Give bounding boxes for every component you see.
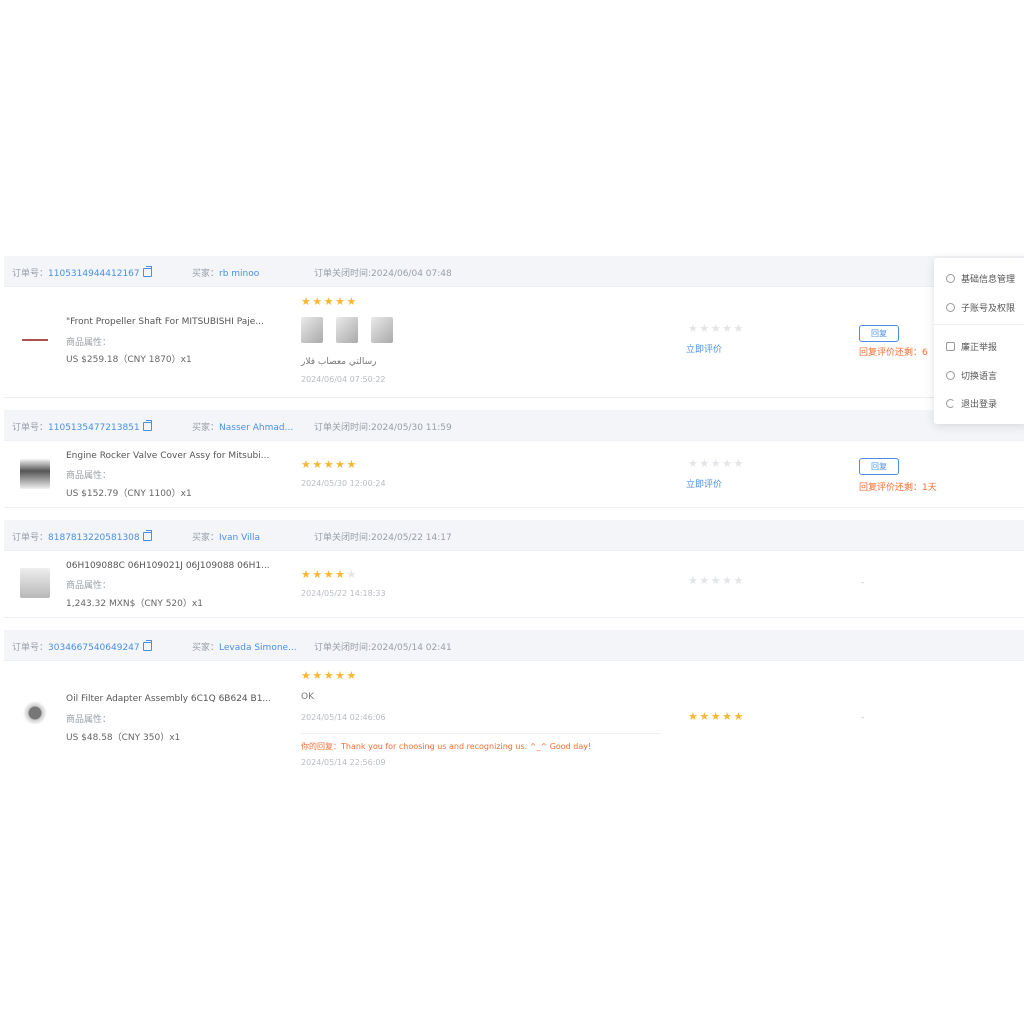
reply-deadline: 回复评价还剩：1天 [859,483,937,493]
seller-rating-stars: ★★★★★ [688,574,745,587]
product-attr-label: 商品属性： [66,338,112,348]
close-time-field: 订单关闭时间:2024/05/30 11:59 [314,423,452,433]
buyer-field: 买家：Nasser Ahmad... [192,423,294,433]
menu-divider [934,324,1024,325]
copy-icon[interactable] [142,530,152,541]
report-icon [946,341,955,351]
order-number-link[interactable]: 3034667540649247 [48,643,140,653]
globe-icon [946,370,955,380]
review-photo[interactable] [301,317,323,343]
product-attr-label: 商品属性： [66,581,112,591]
review-date: 2024/05/14 02:46:06 [301,713,386,722]
buyer-rating-stars: ★★★★★ [301,295,358,308]
close-time-field: 订单关闭时间:2024/06/04 07:48 [314,269,452,279]
product-title[interactable]: Oil Filter Adapter Assembly 6C1Q 6B624 B… [66,694,271,704]
copy-icon[interactable] [142,266,152,277]
buyer-link[interactable]: rb minoo [219,269,259,279]
order-card: 订单号：8187813220581308 买家：Ivan Villa 订单关闭时… [4,520,1024,618]
menu-item-integrity-report[interactable]: 廉正举报 [946,338,997,354]
users-icon [946,302,955,312]
buyer-field: 买家：rb minoo [192,269,260,279]
order-header: 订单号：8187813220581308 买家：Ivan Villa 订单关闭时… [4,520,1024,551]
order-body: "Front Propeller Shaft For MITSUBISHI Pa… [4,287,1024,398]
reply-date: 2024/05/14 22:56:09 [301,758,386,767]
reply-deadline: 回复评价还剩：6 [859,348,928,358]
product-price: US $48.58（CNY 350）x1 [66,733,181,743]
menu-item-sub-accounts[interactable]: 子账号及权限 [946,299,1015,315]
order-body: Engine Rocker Valve Cover Assy for Mitsu… [4,441,1024,508]
status-placeholder: - [861,713,865,723]
product-price: US $259.18（CNY 1870）x1 [66,355,192,365]
review-text: OK [301,692,314,702]
reply-button[interactable]: 回复 [859,325,899,342]
order-number-field: 订单号：3034667540649247 [12,640,152,653]
product-thumbnail[interactable] [20,701,50,731]
order-number-field: 订单号：8187813220581308 [12,530,152,543]
product-thumbnail[interactable] [20,459,50,489]
order-number-link[interactable]: 8187813220581308 [48,533,140,543]
menu-item-switch-language[interactable]: 切换语言 [946,367,997,383]
order-card: 订单号：1105135477213851 买家：Nasser Ahmad... … [4,410,1024,508]
reply-divider [301,733,661,734]
account-dropdown-menu: 基础信息管理 子账号及权限 廉正举报 切换语言 退出登录 [934,258,1024,424]
copy-icon[interactable] [142,420,152,431]
rate-now-link[interactable]: 立即评价 [686,477,722,490]
order-number-link[interactable]: 1105135477213851 [48,423,140,433]
order-header: 订单号：1105135477213851 买家：Nasser Ahmad... … [4,410,1024,441]
review-photo[interactable] [336,317,358,343]
rate-now-link[interactable]: 立即评价 [686,342,722,355]
order-card: 订单号：1105314944412167 买家：rb minoo 订单关闭时间:… [4,256,1024,398]
product-title[interactable]: 06H109088C 06H109021J 06J109088 06H1... [66,561,270,571]
product-price: 1,243.32 MXN$（CNY 520）x1 [66,599,203,609]
order-number-link[interactable]: 1105314944412167 [48,269,140,279]
buyer-link[interactable]: Ivan Villa [219,533,260,543]
product-title[interactable]: Engine Rocker Valve Cover Assy for Mitsu… [66,451,269,461]
reply-button[interactable]: 回复 [859,458,899,475]
buyer-field: 买家：Ivan Villa [192,533,261,543]
buyer-rating-stars: ★★★★★ [301,568,358,581]
order-number-field: 订单号：1105135477213851 [12,420,152,433]
product-thumbnail[interactable] [20,325,50,355]
buyer-link[interactable]: Nasser Ahmad... [219,423,293,433]
logout-icon [946,398,955,408]
product-attr-label: 商品属性： [66,471,112,481]
review-date: 2024/05/30 12:00:24 [301,479,386,488]
seller-rating-stars[interactable]: ★★★★★ [688,457,745,470]
buyer-rating-stars: ★★★★★ [301,458,358,471]
seller-rating-stars: ★★★★★ [688,710,745,723]
buyer-field: 买家：Levada Simone... [192,643,297,653]
product-title[interactable]: "Front Propeller Shaft For MITSUBISHI Pa… [66,317,264,327]
product-attr-label: 商品属性： [66,715,112,725]
status-placeholder: - [861,578,865,588]
order-body: 06H109088C 06H109021J 06J109088 06H1... … [4,551,1024,618]
order-card: 订单号：3034667540649247 买家：Levada Simone...… [4,630,1024,775]
review-date: 2024/06/04 07:50:22 [301,375,386,384]
order-body: Oil Filter Adapter Assembly 6C1Q 6B624 B… [4,661,1024,775]
product-thumbnail[interactable] [20,568,50,598]
menu-item-logout[interactable]: 退出登录 [946,395,997,411]
seller-rating-stars[interactable]: ★★★★★ [688,322,745,335]
seller-reply: 你的回复：Thank you for choosing us and recog… [301,742,592,751]
order-number-field: 订单号：1105314944412167 [12,266,152,279]
order-list: 订单号：1105314944412167 买家：rb minoo 订单关闭时间:… [4,256,1024,787]
buyer-link[interactable]: Levada Simone... [219,643,297,653]
settings-icon [946,273,955,283]
buyer-rating-stars: ★★★★★ [301,669,358,682]
review-date: 2024/05/22 14:18:33 [301,589,386,598]
close-time-field: 订单关闭时间:2024/05/14 02:41 [314,643,452,653]
menu-item-basic-info[interactable]: 基础信息管理 [946,270,1015,286]
order-header: 订单号：1105314944412167 买家：rb minoo 订单关闭时间:… [4,256,1024,287]
product-price: US $152.79（CNY 1100）x1 [66,489,192,499]
review-photo[interactable] [371,317,393,343]
close-time-field: 订单关闭时间:2024/05/22 14:17 [314,533,452,543]
order-header: 订单号：3034667540649247 买家：Levada Simone...… [4,630,1024,661]
copy-icon[interactable] [142,640,152,651]
review-text: رسالتي معصاب فلار [301,357,377,367]
